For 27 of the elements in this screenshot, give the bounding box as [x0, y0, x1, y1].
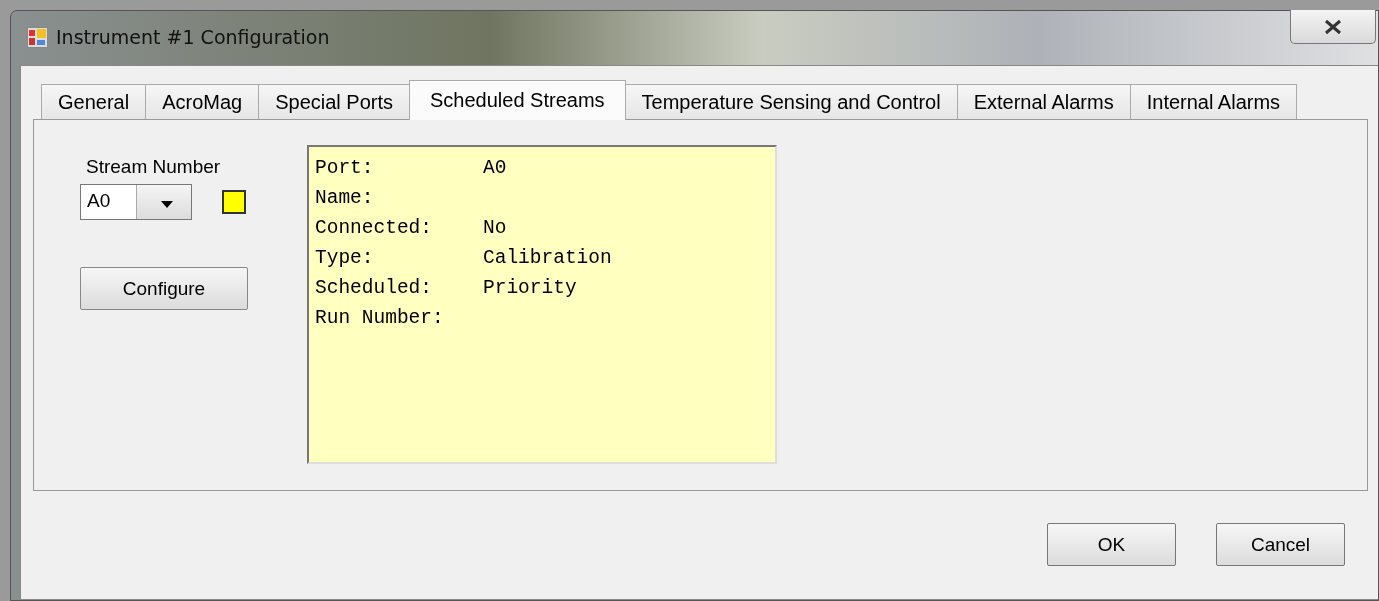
- info-label: Name:: [315, 186, 375, 211]
- tab[interactable]: Internal Alarms: [1129, 84, 1298, 119]
- info-value: Priority: [483, 276, 577, 301]
- close-button[interactable]: [1290, 10, 1376, 44]
- tab[interactable]: AcroMag: [145, 84, 260, 119]
- stream-number-dropdown[interactable]: A0: [80, 184, 192, 220]
- dropdown-arrow-icon: [160, 200, 173, 209]
- dialog-button[interactable]: OK: [1047, 523, 1176, 566]
- info-label: Scheduled:: [315, 276, 434, 301]
- info-label: Port:: [315, 156, 375, 181]
- info-value: Calibration: [483, 246, 612, 271]
- info-value: A0: [483, 156, 507, 181]
- tab[interactable]: Temperature Sensing and Control: [624, 84, 958, 119]
- info-label: Run Number:: [315, 306, 445, 331]
- tab[interactable]: Scheduled Streams: [409, 80, 626, 120]
- dialog-button[interactable]: Cancel: [1216, 523, 1345, 566]
- info-value: No: [483, 216, 507, 241]
- info-label: Type:: [315, 246, 375, 271]
- tab[interactable]: Special Ports: [258, 84, 411, 119]
- close-icon: [1322, 18, 1344, 35]
- configure-button[interactable]: Configure: [80, 267, 248, 310]
- stream-number-label: Stream Number: [86, 156, 222, 178]
- tab[interactable]: External Alarms: [956, 84, 1131, 119]
- tab[interactable]: General: [41, 84, 147, 119]
- app-icon: [27, 27, 48, 48]
- window-title: Instrument #1 Configuration: [56, 26, 330, 48]
- info-label: Connected:: [315, 216, 434, 241]
